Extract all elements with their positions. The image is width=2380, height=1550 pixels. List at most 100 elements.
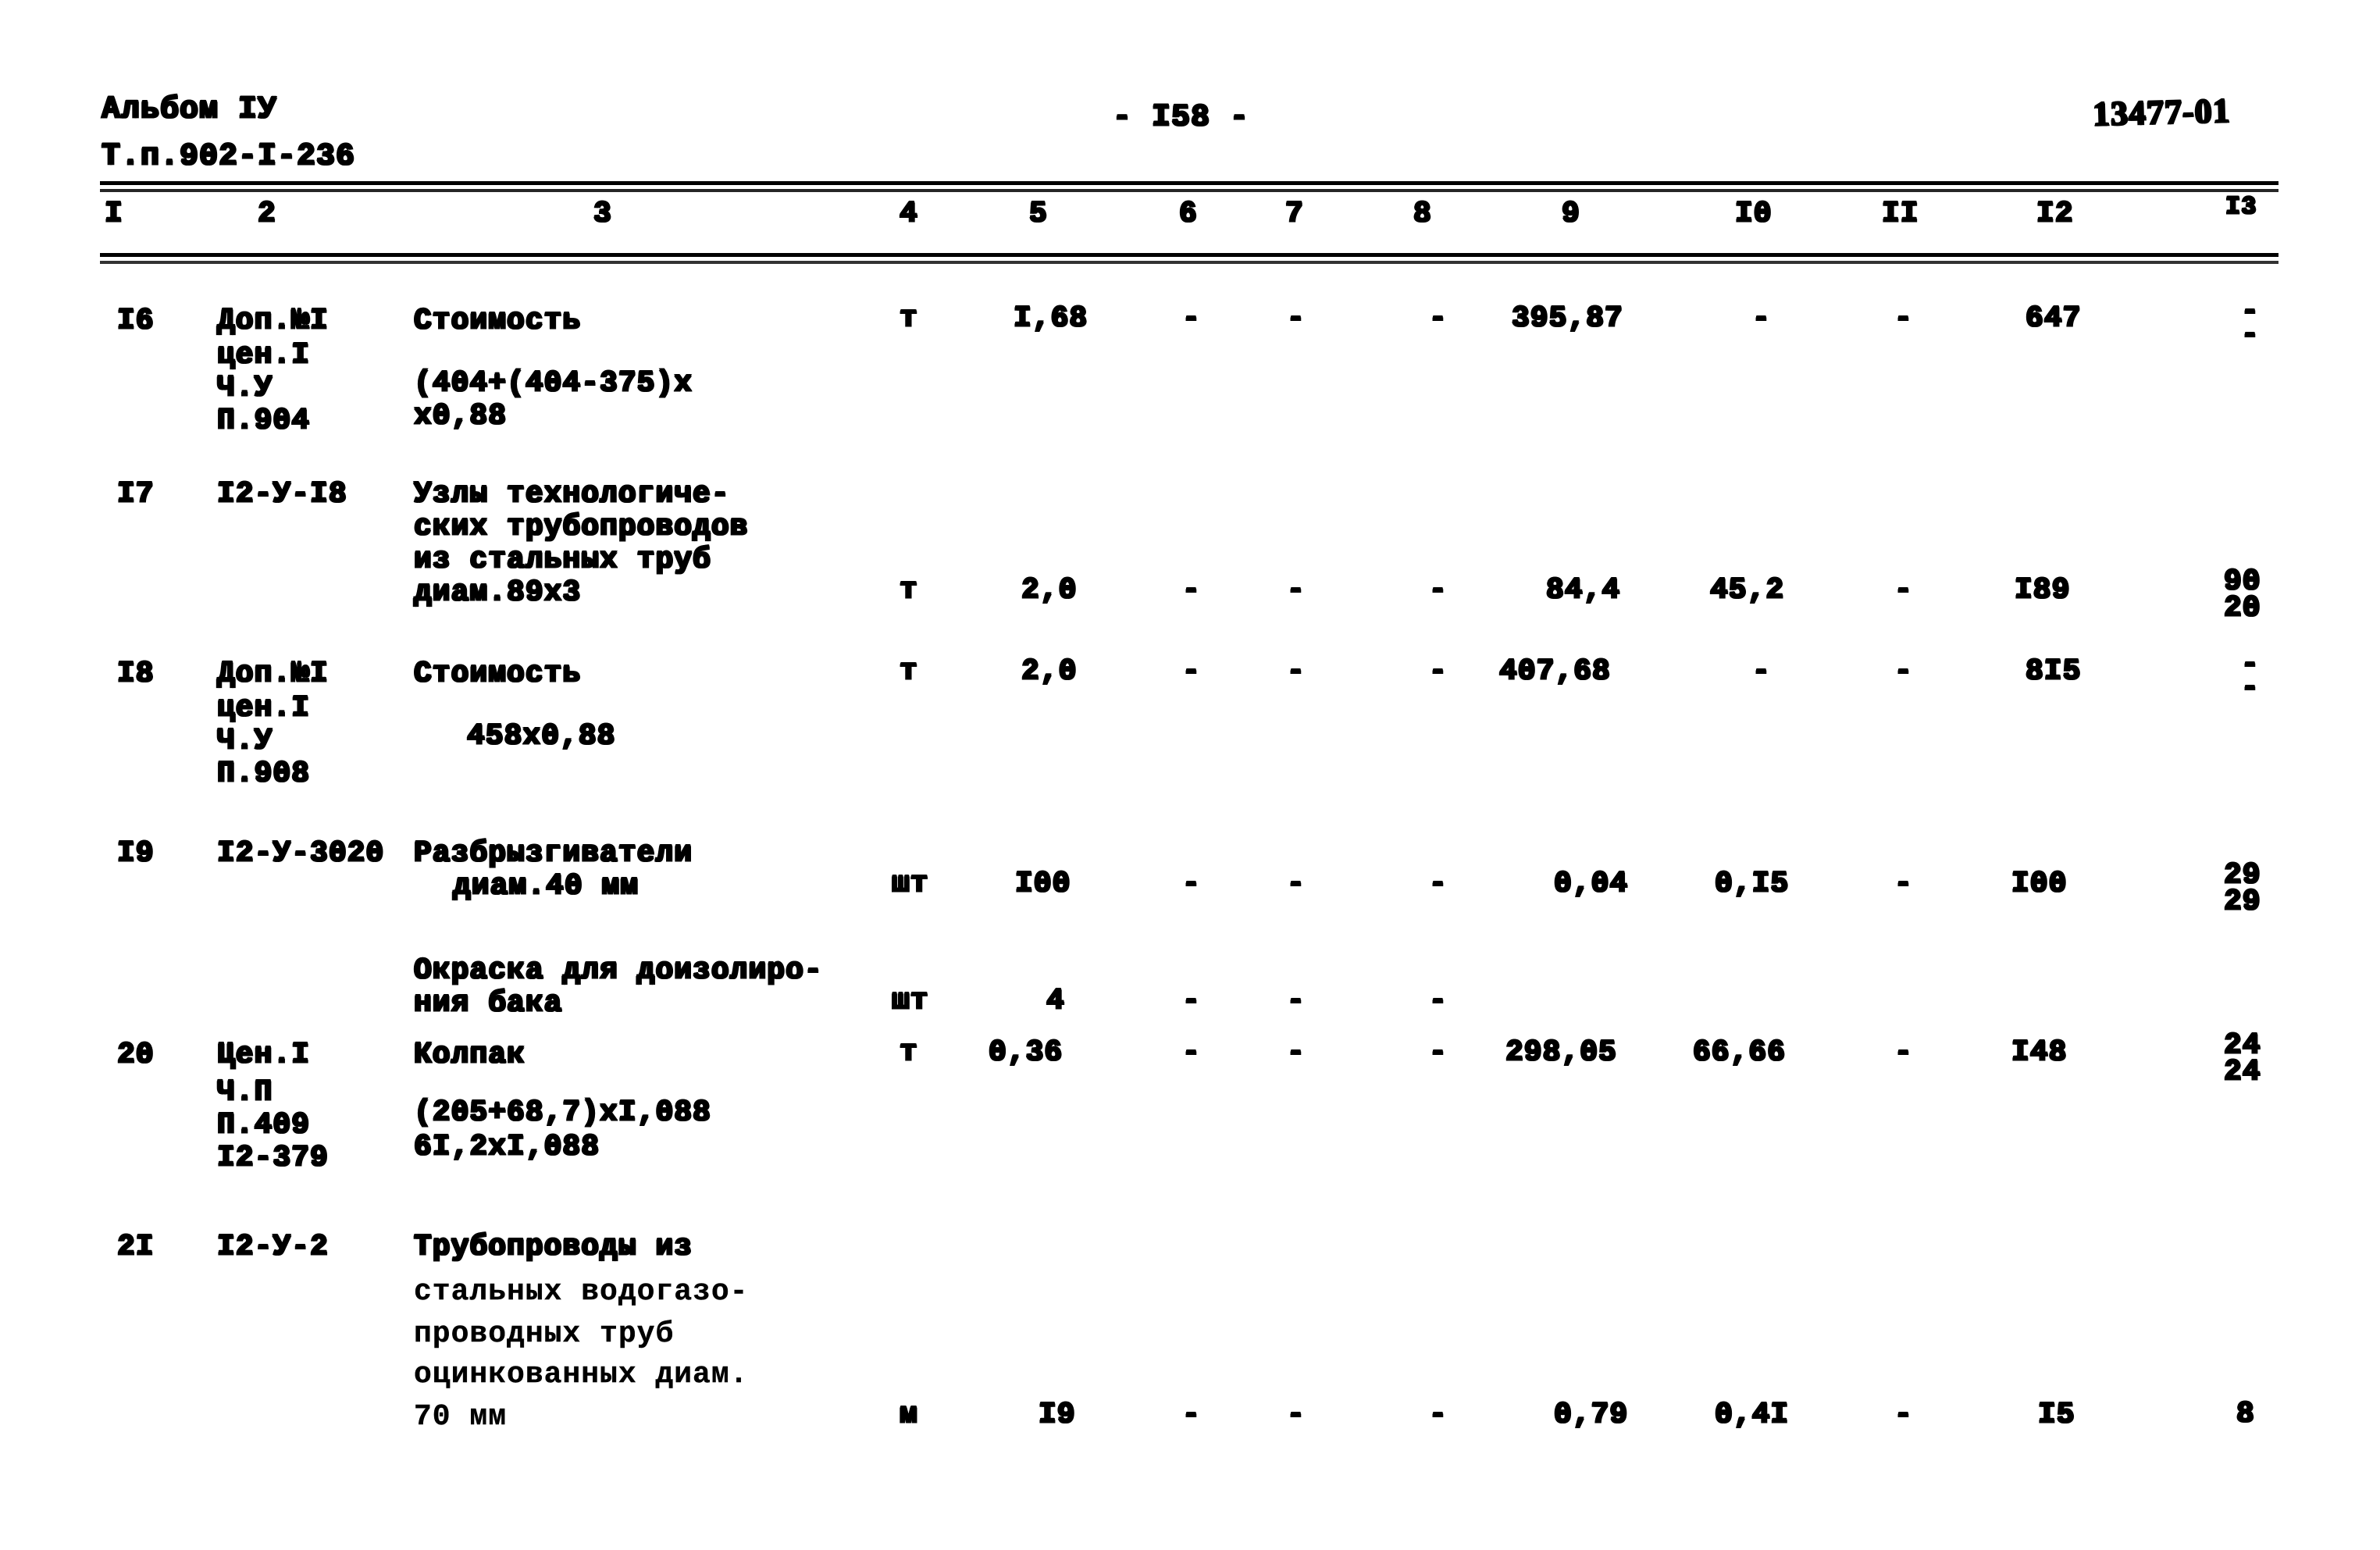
row-name-line: Трубопроводы из [413,1229,693,1264]
row-col10: - [1751,654,1771,689]
row-col6: - [1181,301,1201,336]
column-number-8: 8 [1413,196,1432,231]
row-col12: 647 [2025,301,2082,336]
row-col9: 0,79 [1553,1397,1629,1432]
row-col7: - [1286,301,1306,336]
row-col10: 45,2 [1709,572,1785,608]
row-code-line: Доп.№I [216,303,329,338]
row-col7: - [1286,983,1306,1018]
row-col6: - [1181,1035,1201,1070]
row-name-line: х0,88 [413,398,508,433]
column-number-3: 3 [593,196,612,231]
row-col9: 298,05 [1505,1035,1617,1070]
row-col9: 407,68 [1498,654,1611,689]
row-col10: 66,66 [1692,1035,1787,1070]
row-col11: - [1894,1035,1913,1070]
header-rule-top [100,181,2278,185]
column-number-7: 7 [1284,196,1304,231]
row-quantity: 0,36 [988,1035,1064,1070]
column-number-10: I0 [1734,196,1773,231]
row-code-line: Цен.I [216,1037,311,1072]
row-quantity: I,68 [1013,301,1088,336]
row-col11: - [1894,572,1913,608]
row-col6: - [1181,572,1201,608]
row-col13-bottom: - [2240,671,2260,705]
row-code-line: I2-У-3020 [216,836,385,871]
row-col13-bottom: 29 [2223,885,2261,919]
row-col7: - [1286,866,1306,901]
column-number-9: 9 [1561,196,1580,231]
row-col8: - [1428,301,1448,336]
row-code-line: I2-379 [216,1140,329,1175]
project-code: Т.п.902-I-236 [101,138,356,175]
row-name-line: (205+68,7)хI,088 [413,1095,711,1130]
row-col8: - [1428,572,1448,608]
scanned-page: Альбом IУ Т.п.902-I-236 - I58 - 13477-01… [0,0,2380,1550]
row-col10: 0,4I [1714,1397,1790,1432]
header-rule-top-2 [100,189,2278,192]
row-quantity: I9 [1038,1397,1076,1432]
row-name-line: проводных труб [414,1317,675,1351]
row-col13-bottom: 24 [2223,1055,2261,1089]
row-position: I9 [116,836,155,871]
row-name-line: оцинкованных диам. [414,1358,749,1391]
row-col11: - [1894,866,1913,901]
row-position: 2I [116,1229,155,1264]
row-code-line: I2-У-2 [216,1229,329,1264]
row-col12: I48 [2011,1035,2068,1070]
row-col11: - [1894,654,1913,689]
column-number-6: 6 [1178,196,1198,231]
row-col11: - [1894,301,1913,336]
row-name-line: ния бака [413,985,563,1021]
page-number: - I58 - [1112,99,1250,136]
column-number-5: 5 [1028,196,1048,231]
row-code-line: Доп.№I [216,656,329,691]
row-name-line: диам.40 мм [452,868,640,903]
header-rule-bottom-2 [100,261,2278,264]
row-col7: - [1286,1035,1306,1070]
row-col13-top: 8 [2236,1397,2255,1431]
row-name-line: стальных водогазо- [414,1275,749,1309]
row-code-line: I2-У-I8 [216,476,347,511]
row-col6: - [1181,983,1201,1018]
row-position: I7 [116,476,155,511]
row-name-line: Колпак [413,1037,526,1072]
row-name-line: 70 мм [414,1400,508,1434]
row-col6: - [1181,866,1201,901]
row-position: 20 [116,1037,155,1072]
row-unit: т [899,572,918,608]
row-col7: - [1286,1397,1306,1432]
column-number-1: I [104,196,123,231]
row-col12: I89 [2014,572,2071,608]
row-name-line: диам.89х3 [413,575,582,610]
row-position: I6 [116,303,155,338]
column-number-13: I3 [2225,192,2257,221]
row-col13-bottom: - [2240,318,2260,352]
row-col9: 84,4 [1545,572,1621,608]
column-number-12: I2 [2036,196,2074,231]
row-position: I8 [116,656,155,691]
row-col9: 0,04 [1553,866,1629,901]
row-quantity: I00 [1014,866,1071,901]
row-quantity: 2,0 [1021,572,1078,608]
row-code-line: П.904 [216,403,311,438]
row-unit: т [899,1035,918,1070]
row-name-line: 6I,2хI,088 [413,1129,600,1164]
album-label: Альбом IУ [101,91,278,128]
row-col9: 395,87 [1511,301,1623,336]
row-unit: т [899,654,918,689]
column-number-11: II [1881,196,1919,231]
row-col12: I00 [2011,866,2068,901]
row-col8: - [1428,866,1448,901]
row-unit: шт [891,983,929,1018]
row-name-line: 458х0,88 [466,718,616,754]
row-col12: I5 [2037,1397,2075,1432]
row-col10: - [1751,301,1771,336]
row-col8: - [1428,1035,1448,1070]
row-unit: м [899,1397,918,1432]
row-col7: - [1286,654,1306,689]
row-col11: - [1894,1397,1913,1432]
row-unit: т [899,301,918,336]
row-col6: - [1181,1397,1201,1432]
stamp-code: 13477-01 [2092,91,2232,134]
